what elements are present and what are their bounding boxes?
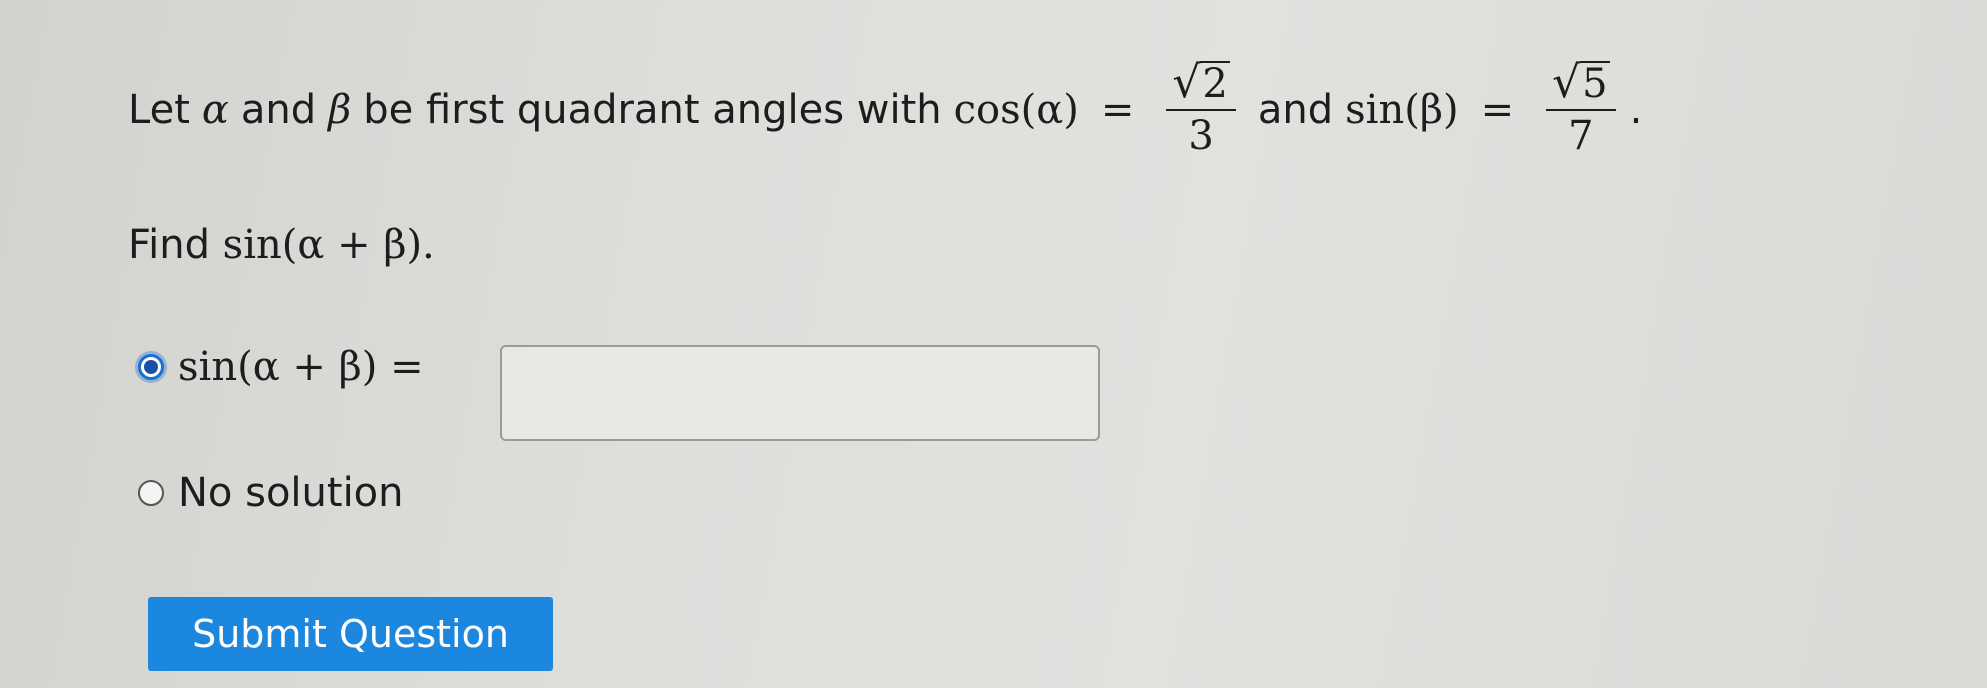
fraction-sqrt5-over-7: √ 5 7 [1546,61,1616,159]
submit-question-button[interactable]: Submit Question [148,597,553,671]
find-expression: sin(α + β). [222,222,435,268]
radio-button-unselected[interactable] [138,480,164,506]
fraction-numerator: √ 2 [1166,61,1236,109]
equals-sign-2: = [1480,87,1515,133]
sqrt-symbol: √ [1552,57,1581,108]
radicand: 5 [1580,61,1610,107]
radio-button-selected[interactable] [138,354,164,380]
alpha-symbol: α [201,87,229,133]
fraction-denominator: 7 [1568,113,1594,159]
option-no-solution-label: No solution [178,470,404,516]
and-text: and [240,87,317,133]
fraction-sqrt2-over-3: √ 2 3 [1166,61,1236,159]
problem-statement: Let α and β be first quadrant angles wit… [128,50,1642,170]
option-sin-sum[interactable]: sin(α + β) = [138,344,424,390]
fraction-numerator: √ 5 [1546,61,1616,109]
option-no-solution[interactable]: No solution [138,470,404,516]
radicand: 2 [1200,61,1230,107]
answer-input[interactable] [500,345,1100,441]
sin-beta-expression: sin(β) [1345,87,1459,133]
beta-symbol: β [328,87,352,133]
fraction-denominator: 3 [1188,113,1214,159]
period: . [1629,87,1643,133]
description-text: be first quadrant angles with [363,87,942,133]
find-prompt: Find sin(α + β). [128,222,435,268]
equals-sign: = [1100,87,1135,133]
find-label: Find [128,222,210,268]
sqrt-symbol: √ [1172,57,1201,108]
and-text-2: and [1257,87,1334,133]
cos-alpha-expression: cos(α) [953,87,1079,133]
intro-text: Let [128,87,190,133]
option-sin-sum-label: sin(α + β) = [178,344,424,390]
